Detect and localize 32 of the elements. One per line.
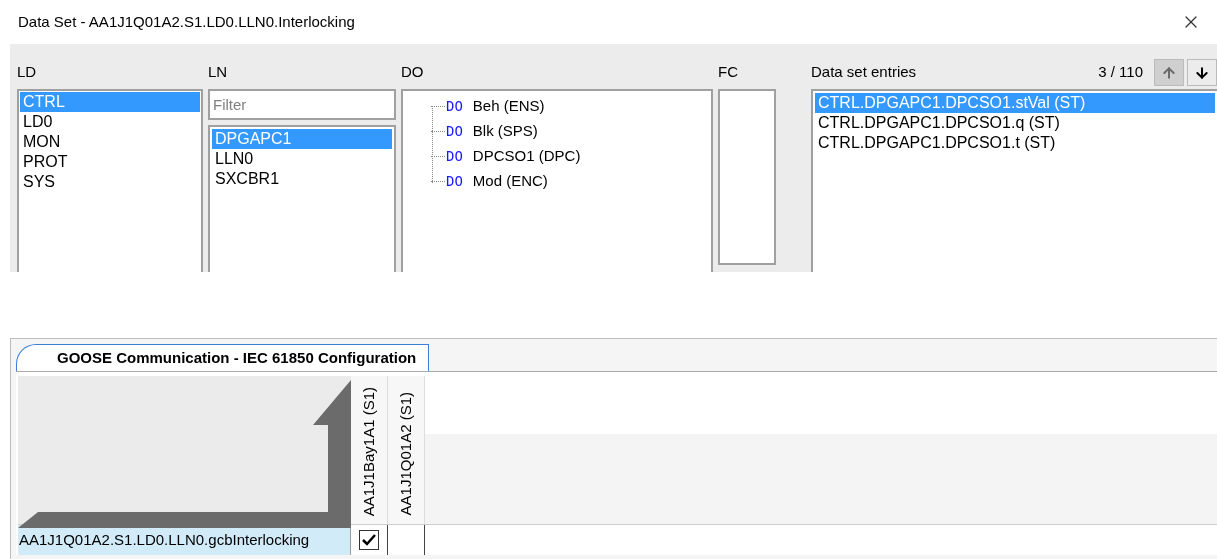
tab[interactable]: GOOSE Communication - IEC 61850 Configuration <box>16 344 430 371</box>
window-title: Data Set - AA1J1Q01A2.S1.LD0.LLN0.Interlocking <box>18 11 355 32</box>
tree-item[interactable]: DPCSO1 (DPC) <box>472 145 581 168</box>
list-item[interactable]: LLN0 <box>212 149 392 169</box>
tree-item[interactable]: Beh (ENS) <box>472 95 545 118</box>
list-item[interactable]: MON <box>20 132 200 152</box>
list-item[interactable]: PROT <box>20 152 200 172</box>
do-tree[interactable]: DO Beh (ENS) DO Blk (SPS) DO DPCSO1 (DPC) DO Mod (ENC) <box>401 89 713 272</box>
tree-item[interactable]: Mod (ENC) <box>472 170 548 193</box>
node-tag: DO <box>446 171 463 192</box>
tree-item[interactable]: Blk (SPS) <box>472 120 538 143</box>
list-item[interactable]: SXCBR1 <box>212 169 392 189</box>
column-label: LN <box>208 62 229 82</box>
column-label: LD <box>17 62 38 82</box>
entries-list[interactable]: CTRL.DPGAPC1.DPCSO1.stVal (ST) CTRL.DPGAPC1.DPCSO1.q (ST) CTRL.DPGAPC1.DPCSO1.t (ST) <box>811 89 1217 272</box>
move-down-button[interactable] <box>1187 59 1217 86</box>
filter-field[interactable]: Filter <box>208 89 396 120</box>
ln-list[interactable]: DPGAPC1 LLN0 SXCBR1 <box>208 125 396 272</box>
list-item[interactable]: CTRL.DPGAPC1.DPCSO1.q (ST) <box>815 113 1215 133</box>
column-label: FC <box>718 62 739 82</box>
list-item[interactable]: CTRL.DPGAPC1.DPCSO1.t (ST) <box>815 133 1215 153</box>
ld-list[interactable]: CTRL LD0 MON PROT SYS <box>17 89 203 272</box>
column-label: DO <box>401 62 425 82</box>
list-item[interactable]: SYS <box>20 172 200 192</box>
column-label: Data set entries <box>811 62 918 82</box>
entry-counter: 3 / 110 <box>1098 62 1143 82</box>
list-item[interactable]: LD0 <box>20 112 200 132</box>
node-tag: DO <box>446 121 463 142</box>
fc-list[interactable] <box>718 89 776 265</box>
node-tag: DO <box>446 96 463 117</box>
checkbox[interactable] <box>359 529 379 550</box>
node-tag: DO <box>446 146 463 167</box>
